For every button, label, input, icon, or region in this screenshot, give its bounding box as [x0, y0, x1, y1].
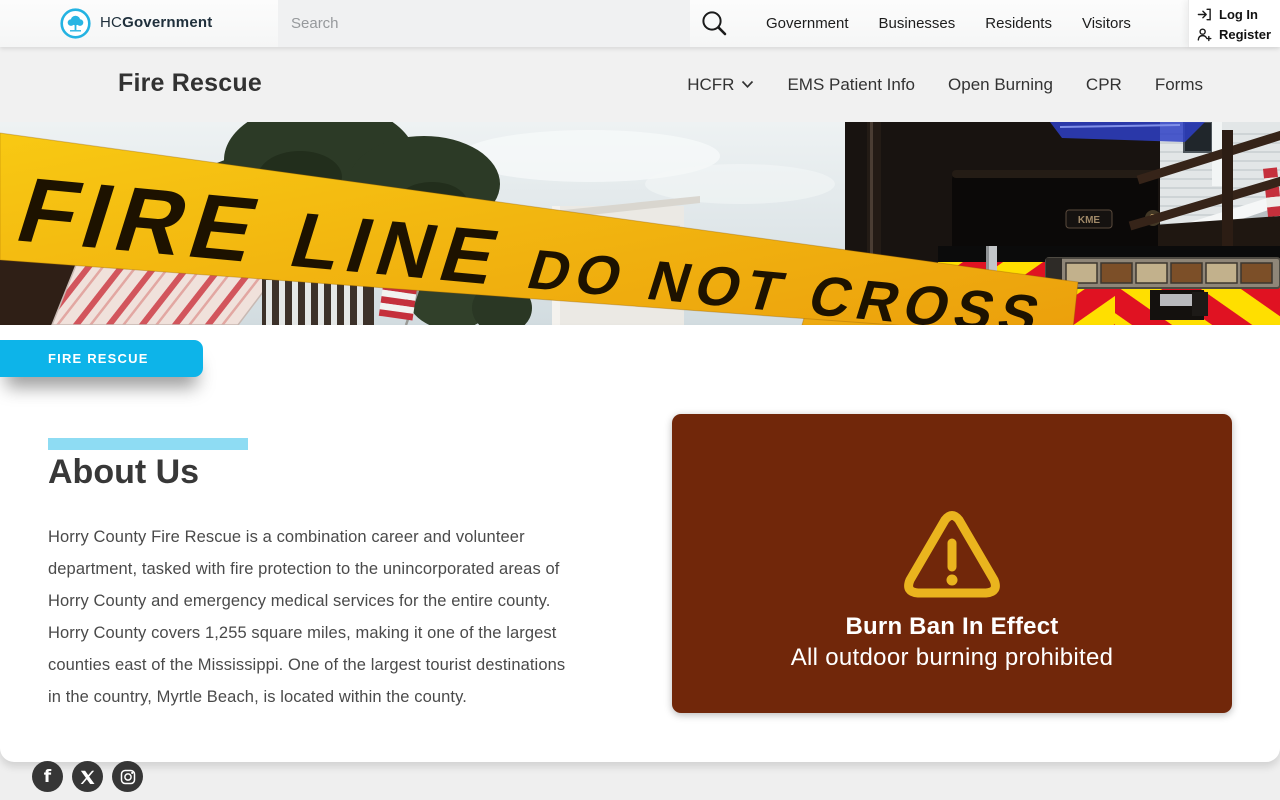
- auth-box: Log In Register: [1188, 0, 1280, 47]
- hero-image: KME: [0, 122, 1280, 325]
- search-input[interactable]: [289, 14, 669, 33]
- about-line: Horry County Fire Rescue is a combinatio…: [48, 521, 668, 553]
- fire-rescue-page-tab[interactable]: FIRE RESCUE: [0, 340, 203, 377]
- site-nav-open-burning[interactable]: Open Burning: [948, 75, 1053, 95]
- search-icon: [699, 8, 730, 39]
- log-in-icon: [1197, 7, 1212, 22]
- top-nav-government[interactable]: Government: [766, 15, 849, 32]
- top-utility-bar: HCGovernment Government Businesses Resid…: [0, 0, 1280, 47]
- about-heading: About Us: [48, 453, 199, 492]
- search-box: [278, 0, 690, 47]
- chevron-down-icon: [741, 80, 754, 89]
- footer: [0, 762, 1280, 800]
- logo-prefix: HC: [100, 14, 122, 31]
- site-nav-hcfr[interactable]: HCFR: [687, 75, 754, 95]
- hero-photo-illustration: KME: [0, 122, 1280, 325]
- register-button[interactable]: Register: [1197, 24, 1280, 44]
- about-line: department, tasked with fire protection …: [48, 553, 668, 585]
- about-line: Horry County covers 1,255 square miles, …: [48, 617, 668, 649]
- main-content: FIRE RESCUE About Us Horry County Fire R…: [0, 325, 1280, 762]
- log-in-button[interactable]: Log In: [1197, 4, 1280, 24]
- hcfr-label: HCFR: [687, 75, 734, 95]
- about-line: Horry County and emergency medical servi…: [48, 585, 668, 617]
- register-label: Register: [1219, 27, 1271, 42]
- register-icon: [1197, 27, 1212, 42]
- site-nav-ems-patient-info[interactable]: EMS Patient Info: [787, 75, 915, 95]
- top-nav-businesses[interactable]: Businesses: [879, 15, 956, 32]
- about-line: in the country, Myrtle Beach, is located…: [48, 681, 668, 713]
- about-line: counties east of the Mississippi. One of…: [48, 649, 668, 681]
- logo-suffix: Government: [122, 14, 212, 31]
- accent-bar: [48, 438, 248, 450]
- hc-government-wordmark: HCGovernment: [100, 14, 212, 31]
- top-nav: Government Businesses Residents Visitors: [766, 0, 1131, 47]
- top-nav-visitors[interactable]: Visitors: [1082, 15, 1131, 32]
- alert-subtitle: All outdoor burning prohibited: [672, 644, 1232, 672]
- site-nav-cpr[interactable]: CPR: [1086, 75, 1122, 95]
- instagram-icon: [120, 769, 136, 785]
- truck-brand-badge: KME: [1078, 215, 1101, 226]
- warning-triangle-icon: [904, 510, 1000, 602]
- social-links: f: [32, 761, 143, 792]
- hc-government-logo-icon[interactable]: [60, 8, 91, 39]
- about-paragraph: Horry County Fire Rescue is a combinatio…: [48, 521, 668, 713]
- page: HCGovernment Government Businesses Resid…: [0, 0, 1280, 800]
- top-nav-residents[interactable]: Residents: [985, 15, 1052, 32]
- x-twitter-button[interactable]: [72, 761, 103, 792]
- site-nav: HCFR EMS Patient Info Open Burning CPR F…: [687, 47, 1203, 122]
- site-title: Fire Rescue: [118, 69, 262, 98]
- facebook-button[interactable]: f: [32, 761, 63, 792]
- facebook-icon: f: [44, 767, 51, 787]
- alert-title: Burn Ban In Effect: [672, 613, 1232, 641]
- x-twitter-icon: [80, 770, 95, 784]
- log-in-label: Log In: [1219, 7, 1258, 22]
- instagram-button[interactable]: [112, 761, 143, 792]
- site-nav-forms[interactable]: Forms: [1155, 75, 1203, 95]
- burn-ban-alert-card: Burn Ban In Effect All outdoor burning p…: [672, 414, 1232, 713]
- search-button[interactable]: [699, 8, 730, 39]
